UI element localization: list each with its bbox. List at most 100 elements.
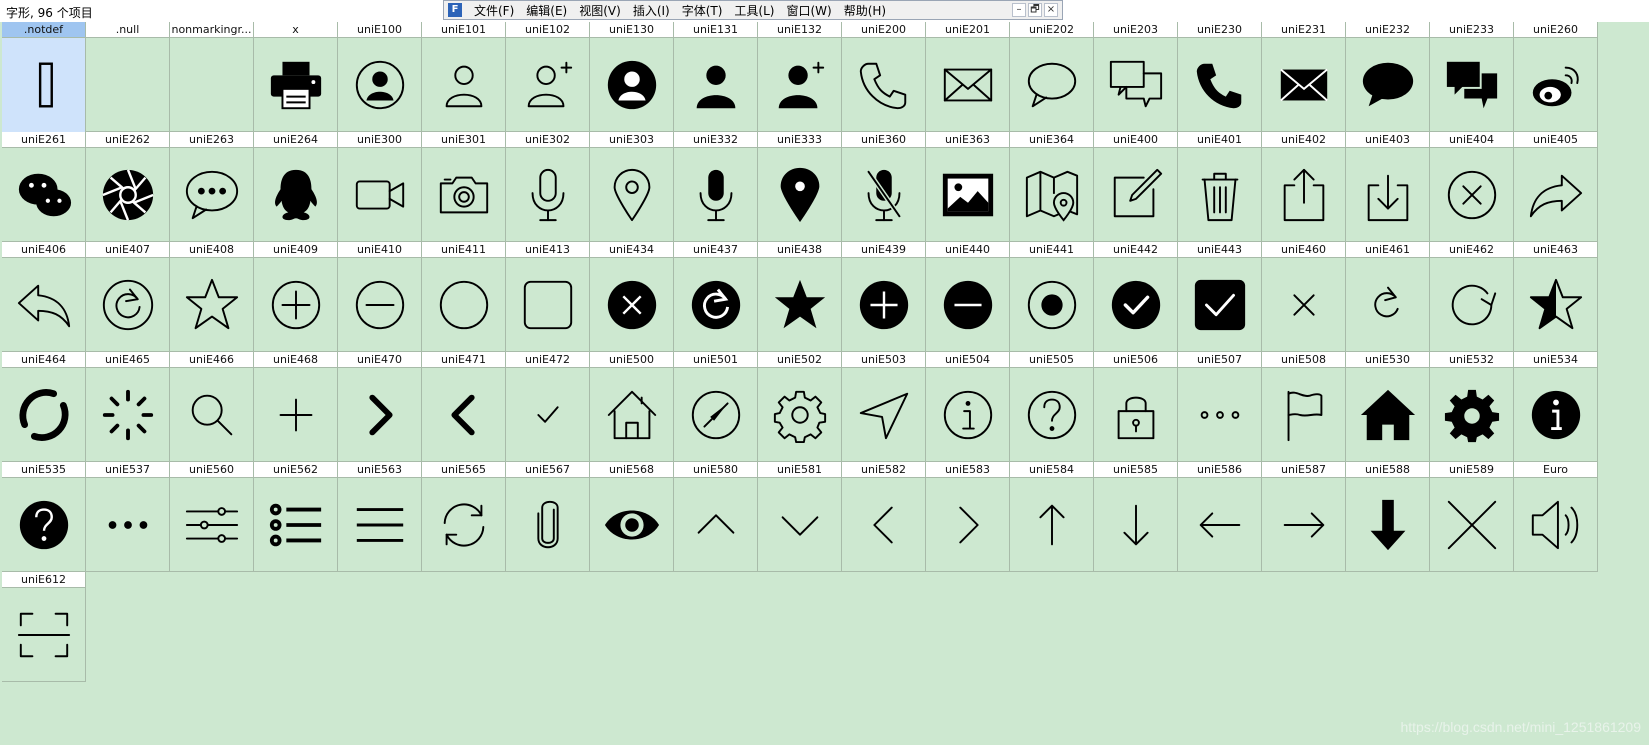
glyph-cell[interactable]: uniE403 — [1346, 132, 1430, 242]
glyph-cell[interactable]: uniE262 — [86, 132, 170, 242]
glyph-cell[interactable]: uniE400 — [1094, 132, 1178, 242]
glyph-cell[interactable]: uniE464 — [2, 352, 86, 462]
glyph-cell[interactable]: uniE502 — [758, 352, 842, 462]
glyph-cell[interactable]: uniE410 — [338, 242, 422, 352]
glyph-cell[interactable]: uniE461 — [1346, 242, 1430, 352]
glyph-cell[interactable]: uniE406 — [2, 242, 86, 352]
glyph-cell[interactable]: uniE333 — [758, 132, 842, 242]
glyph-cell[interactable]: uniE332 — [674, 132, 758, 242]
glyph-cell[interactable]: uniE535 — [2, 462, 86, 572]
glyph-cell[interactable]: uniE586 — [1178, 462, 1262, 572]
glyph-cell[interactable]: uniE588 — [1346, 462, 1430, 572]
menu-insert[interactable]: 插入(I) — [627, 2, 676, 19]
glyph-cell[interactable]: uniE405 — [1514, 132, 1598, 242]
glyph-cell[interactable]: uniE589 — [1430, 462, 1514, 572]
glyph-cell[interactable]: uniE587 — [1262, 462, 1346, 572]
glyph-cell[interactable]: uniE203 — [1094, 22, 1178, 132]
glyph-cell[interactable]: uniE532 — [1430, 352, 1514, 462]
glyph-cell[interactable]: uniE404 — [1430, 132, 1514, 242]
glyph-cell[interactable]: uniE413 — [506, 242, 590, 352]
menu-window[interactable]: 窗口(W) — [780, 2, 837, 19]
menu-font[interactable]: 字体(T) — [676, 2, 729, 19]
glyph-cell[interactable]: nonmarkingr... — [170, 22, 254, 132]
glyph-cell[interactable]: uniE303 — [590, 132, 674, 242]
glyph-cell[interactable]: uniE402 — [1262, 132, 1346, 242]
glyph-cell[interactable]: uniE580 — [674, 462, 758, 572]
glyph-cell[interactable]: uniE472 — [506, 352, 590, 462]
glyph-cell[interactable]: uniE261 — [2, 132, 86, 242]
glyph-cell[interactable]: uniE584 — [1010, 462, 1094, 572]
glyph-cell[interactable]: uniE501 — [674, 352, 758, 462]
glyph-cell[interactable]: uniE300 — [338, 132, 422, 242]
glyph-cell[interactable]: uniE437 — [674, 242, 758, 352]
glyph-cell[interactable]: uniE264 — [254, 132, 338, 242]
menu-tools[interactable]: 工具(L) — [728, 2, 780, 19]
glyph-cell[interactable]: uniE131 — [674, 22, 758, 132]
glyph-cell[interactable]: uniE442 — [1094, 242, 1178, 352]
glyph-cell[interactable]: uniE411 — [422, 242, 506, 352]
glyph-cell[interactable]: uniE232 — [1346, 22, 1430, 132]
glyph-cell[interactable]: uniE230 — [1178, 22, 1262, 132]
glyph-cell[interactable]: x — [254, 22, 338, 132]
glyph-cell[interactable]: uniE560 — [170, 462, 254, 572]
glyph-cell[interactable]: uniE463 — [1514, 242, 1598, 352]
minimize-button[interactable]: – — [1012, 3, 1026, 17]
glyph-cell[interactable]: uniE530 — [1346, 352, 1430, 462]
glyph-cell[interactable]: uniE471 — [422, 352, 506, 462]
glyph-cell[interactable]: uniE101 — [422, 22, 506, 132]
close-button[interactable]: × — [1044, 3, 1058, 17]
glyph-cell[interactable]: uniE130 — [590, 22, 674, 132]
glyph-cell[interactable]: uniE504 — [926, 352, 1010, 462]
glyph-cell[interactable]: uniE567 — [506, 462, 590, 572]
glyph-cell[interactable]: uniE582 — [842, 462, 926, 572]
glyph-cell[interactable]: uniE581 — [758, 462, 842, 572]
glyph-cell[interactable]: uniE462 — [1430, 242, 1514, 352]
glyph-cell[interactable]: uniE585 — [1094, 462, 1178, 572]
glyph-cell[interactable]: uniE460 — [1262, 242, 1346, 352]
glyph-cell[interactable]: uniE507 — [1178, 352, 1262, 462]
glyph-cell[interactable]: uniE407 — [86, 242, 170, 352]
glyph-cell[interactable]: uniE537 — [86, 462, 170, 572]
menu-view[interactable]: 视图(V) — [573, 2, 627, 19]
glyph-cell[interactable]: uniE100 — [338, 22, 422, 132]
glyph-cell[interactable]: uniE364 — [1010, 132, 1094, 242]
glyph-cell[interactable]: uniE201 — [926, 22, 1010, 132]
glyph-cell[interactable]: uniE505 — [1010, 352, 1094, 462]
glyph-cell[interactable]: uniE102 — [506, 22, 590, 132]
menu-edit[interactable]: 编辑(E) — [520, 2, 573, 19]
glyph-cell[interactable]: uniE468 — [254, 352, 338, 462]
glyph-cell[interactable]: uniE363 — [926, 132, 1010, 242]
glyph-cell[interactable]: uniE302 — [506, 132, 590, 242]
glyph-cell[interactable]: uniE612 — [2, 572, 86, 682]
glyph-cell[interactable]: uniE503 — [842, 352, 926, 462]
glyph-cell[interactable]: uniE409 — [254, 242, 338, 352]
glyph-cell[interactable]: uniE563 — [338, 462, 422, 572]
glyph-cell[interactable]: uniE263 — [170, 132, 254, 242]
glyph-cell[interactable]: uniE562 — [254, 462, 338, 572]
glyph-cell[interactable]: uniE401 — [1178, 132, 1262, 242]
glyph-cell[interactable]: uniE534 — [1514, 352, 1598, 462]
glyph-cell[interactable]: uniE360 — [842, 132, 926, 242]
glyph-cell[interactable]: uniE233 — [1430, 22, 1514, 132]
glyph-cell[interactable]: uniE466 — [170, 352, 254, 462]
glyph-cell[interactable]: uniE434 — [590, 242, 674, 352]
glyph-cell[interactable]: uniE408 — [170, 242, 254, 352]
glyph-cell[interactable]: .null — [86, 22, 170, 132]
glyph-cell[interactable]: uniE439 — [842, 242, 926, 352]
glyph-cell[interactable]: uniE506 — [1094, 352, 1178, 462]
glyph-cell[interactable]: uniE565 — [422, 462, 506, 572]
app-icon[interactable]: F — [448, 3, 462, 17]
glyph-cell[interactable]: uniE200 — [842, 22, 926, 132]
glyph-cell[interactable]: uniE441 — [1010, 242, 1094, 352]
glyph-cell[interactable]: uniE465 — [86, 352, 170, 462]
glyph-cell[interactable]: uniE568 — [590, 462, 674, 572]
menu-help[interactable]: 帮助(H) — [838, 2, 892, 19]
glyph-cell[interactable]: uniE132 — [758, 22, 842, 132]
glyph-cell[interactable]: uniE470 — [338, 352, 422, 462]
glyph-cell[interactable]: uniE260 — [1514, 22, 1598, 132]
glyph-cell[interactable]: uniE443 — [1178, 242, 1262, 352]
glyph-cell[interactable]: uniE583 — [926, 462, 1010, 572]
glyph-cell[interactable]: uniE231 — [1262, 22, 1346, 132]
glyph-cell[interactable]: uniE508 — [1262, 352, 1346, 462]
glyph-cell[interactable]: uniE301 — [422, 132, 506, 242]
